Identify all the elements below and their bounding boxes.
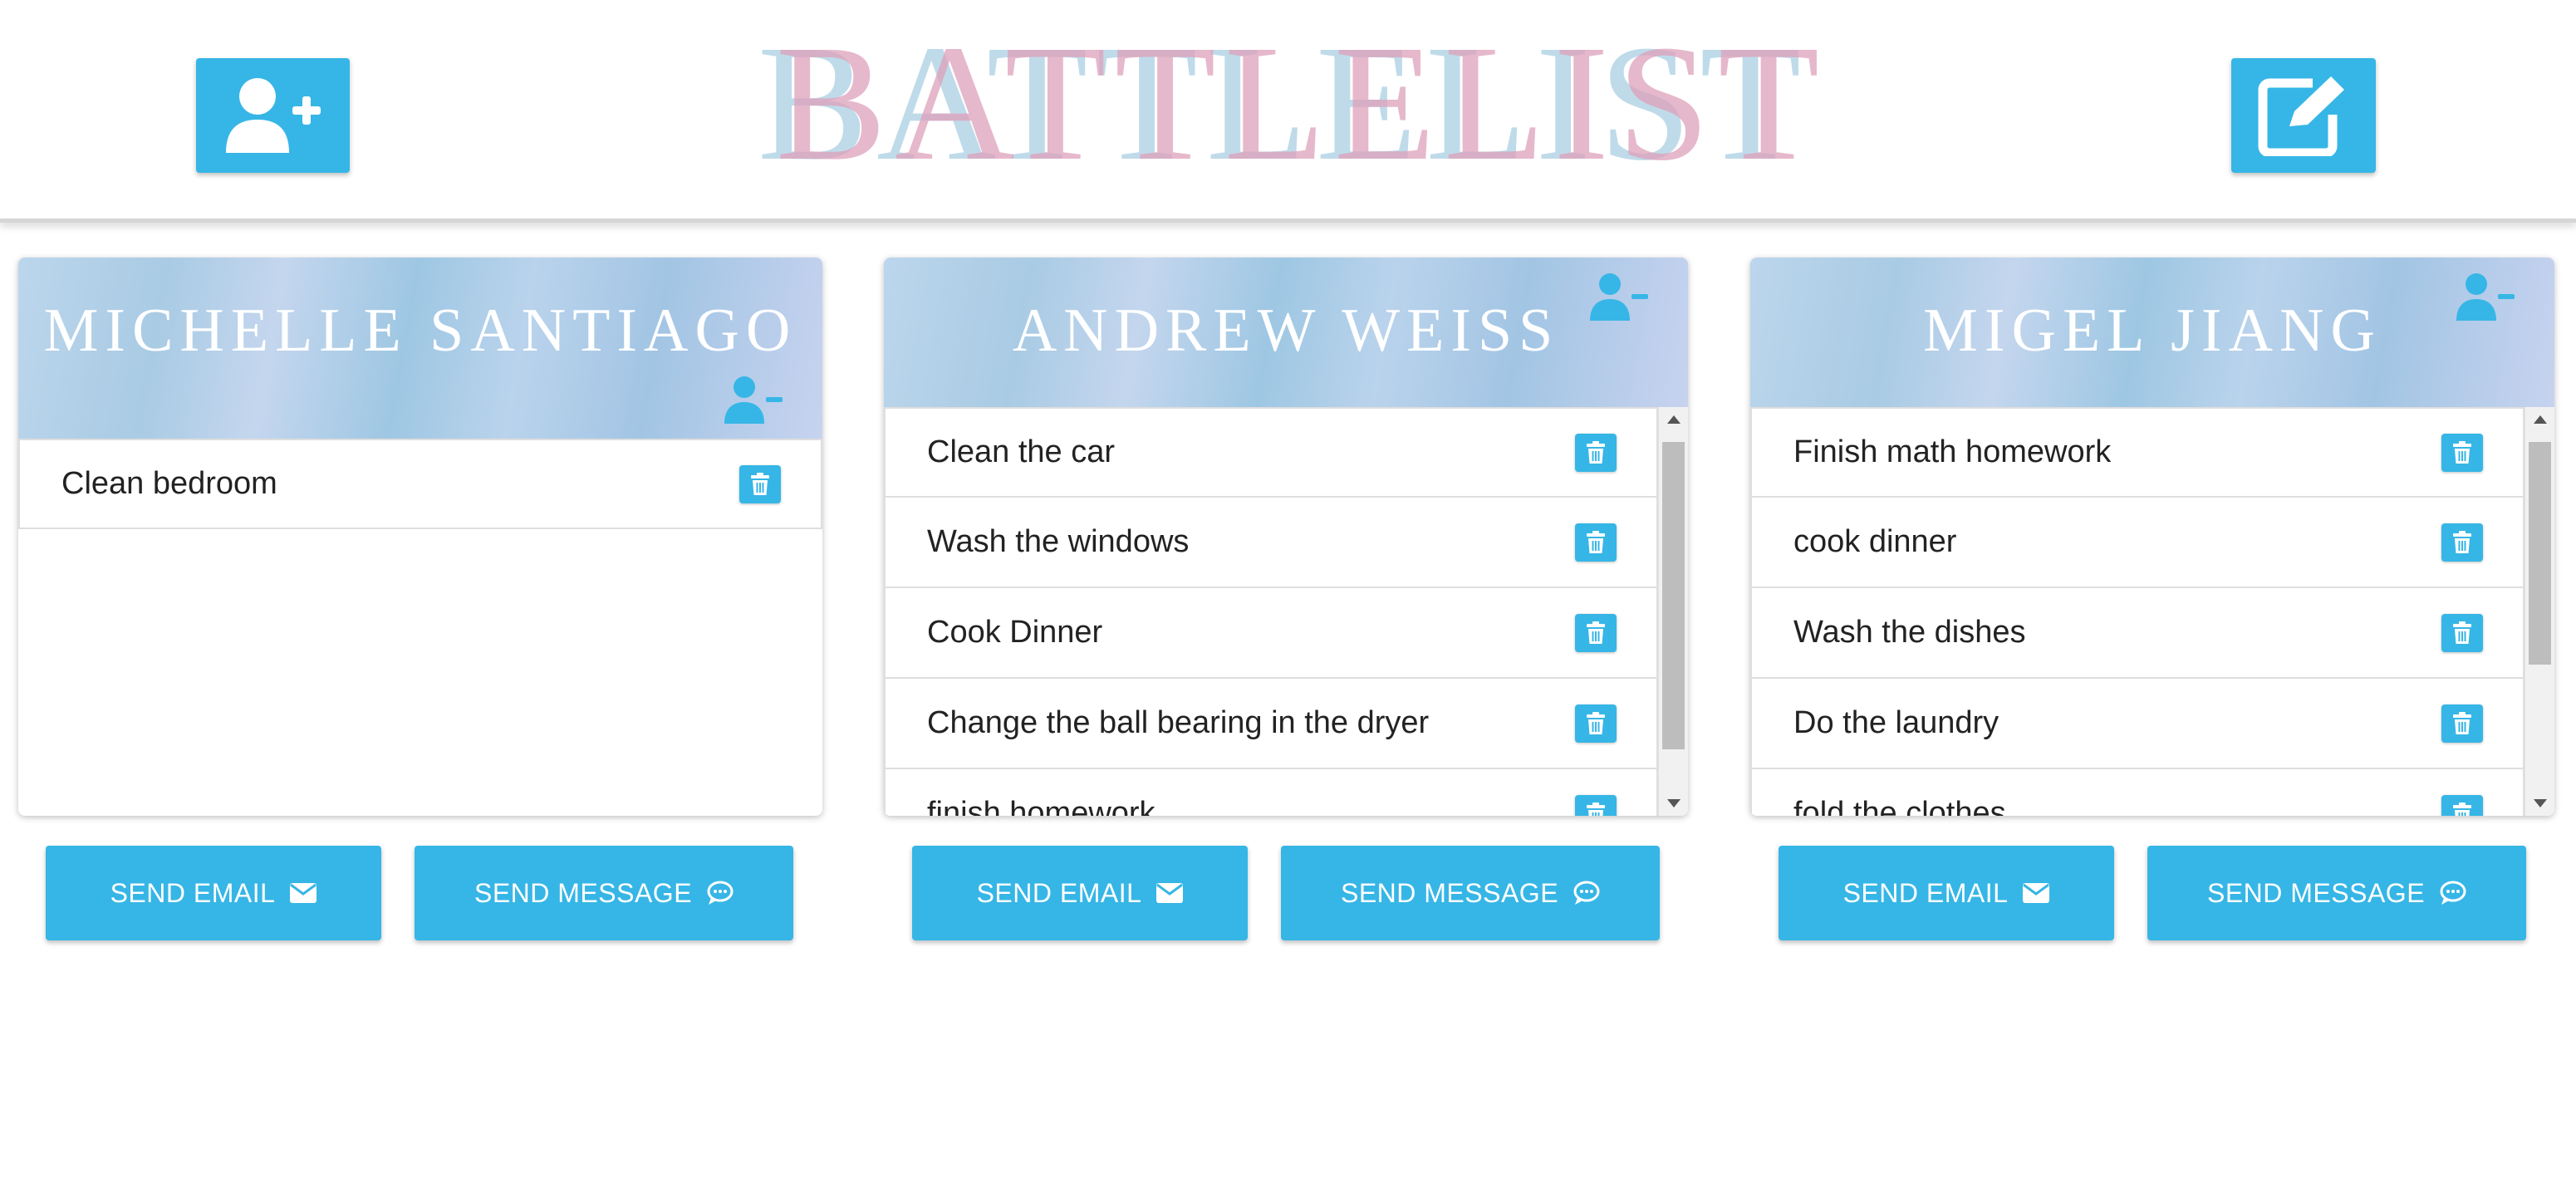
scroll-up-arrow-icon[interactable] — [1659, 407, 1688, 432]
task-list-scrollbar[interactable] — [2524, 407, 2554, 816]
scroll-down-arrow-icon[interactable] — [2525, 791, 2554, 816]
delete-task-button[interactable] — [2441, 704, 2483, 743]
send-email-button[interactable]: SEND EMAIL — [1779, 846, 2114, 940]
task-item: Cook Dinner — [884, 588, 1658, 679]
send-message-button[interactable]: SEND MESSAGE — [1281, 846, 1660, 940]
user-plus-icon — [225, 78, 321, 153]
send-message-button[interactable]: SEND MESSAGE — [415, 846, 793, 940]
member-name: ANDREW WEISS — [1012, 297, 1560, 365]
task-text: Clean bedroom — [61, 466, 277, 501]
send-email-button[interactable]: SEND EMAIL — [46, 846, 381, 940]
envelope-icon — [2023, 883, 2050, 903]
card-header: MIGEL JIANG — [1750, 258, 2554, 407]
scroll-down-arrow-icon[interactable] — [1659, 791, 1688, 816]
task-text: Change the ball bearing in the dryer — [927, 705, 1430, 740]
task-text: fold the clothes — [1793, 796, 2006, 816]
delete-task-button[interactable] — [2441, 433, 2483, 472]
trash-icon — [1587, 530, 1605, 553]
delete-task-button[interactable] — [1575, 704, 1617, 743]
user-minus-icon[interactable] — [1590, 272, 1648, 322]
delete-task-button[interactable] — [1575, 613, 1617, 652]
user-minus-icon[interactable] — [2456, 272, 2515, 322]
member-name: MICHELLE SANTIAGO — [43, 297, 797, 365]
trash-icon — [1587, 621, 1605, 644]
member-card: ANDREW WEISS Clean the car Wash the wind… — [884, 258, 1688, 816]
send-email-label: SEND EMAIL — [1842, 877, 2009, 908]
task-item: cook dinner — [1750, 498, 2524, 588]
member-name: MIGEL JIANG — [1923, 297, 2382, 365]
delete-task-button[interactable] — [739, 464, 781, 503]
task-text: Finish math homework — [1793, 434, 2112, 469]
send-email-button[interactable]: SEND EMAIL — [912, 846, 1248, 940]
trash-icon — [2453, 440, 2471, 464]
task-text: Wash the dishes — [1793, 615, 2026, 650]
task-text: Do the laundry — [1793, 705, 1999, 740]
trash-icon — [1587, 440, 1605, 464]
delete-task-button[interactable] — [1575, 523, 1617, 562]
task-text: finish homework — [927, 796, 1156, 816]
send-message-label: SEND MESSAGE — [2206, 877, 2426, 908]
task-item: Do the laundry — [1750, 679, 2524, 769]
trash-icon — [2453, 530, 2471, 553]
task-item: Change the ball bearing in the dryer — [884, 679, 1658, 769]
envelope-icon — [290, 883, 317, 903]
task-item: finish homework — [884, 769, 1658, 816]
trash-icon — [751, 472, 769, 495]
task-item: Wash the windows — [884, 498, 1658, 588]
member-card: MICHELLE SANTIAGO Clean bedroom — [18, 258, 822, 816]
chat-bubble-icon — [1573, 881, 1600, 905]
trash-icon — [1587, 802, 1605, 816]
task-list: Clean bedroom — [18, 439, 822, 816]
delete-task-button[interactable] — [1575, 433, 1617, 472]
chat-bubble-icon — [2440, 881, 2466, 905]
task-item: Finish math homework — [1750, 407, 2524, 498]
scroll-up-arrow-icon[interactable] — [2525, 407, 2554, 432]
trash-icon — [2453, 802, 2471, 816]
send-message-button[interactable]: SEND MESSAGE — [2147, 846, 2526, 940]
task-list: Finish math homework cook dinner Wash th… — [1750, 407, 2524, 816]
task-list: Clean the car Wash the windows Cook Dinn… — [884, 407, 1658, 816]
card-header: MICHELLE SANTIAGO — [18, 258, 822, 439]
user-minus-icon[interactable] — [724, 375, 783, 425]
envelope-icon — [1156, 883, 1184, 903]
trash-icon — [1587, 711, 1605, 734]
send-email-label: SEND EMAIL — [976, 877, 1142, 908]
send-email-label: SEND EMAIL — [110, 877, 276, 908]
delete-task-button[interactable] — [1575, 794, 1617, 816]
task-text: cook dinner — [1793, 524, 1957, 559]
scrollbar-thumb[interactable] — [1662, 442, 1685, 749]
app-logo: BATTLELIST BATTLELIST — [698, 21, 1886, 187]
trash-icon — [2453, 711, 2471, 734]
add-member-button[interactable] — [196, 58, 350, 173]
task-text: Cook Dinner — [927, 615, 1103, 650]
chat-bubble-icon — [707, 881, 734, 905]
logo-title: BATTLELIST — [775, 12, 1828, 195]
task-item: Wash the dishes — [1750, 588, 2524, 679]
send-message-label: SEND MESSAGE — [473, 877, 693, 908]
task-item: Clean bedroom — [18, 439, 822, 529]
delete-task-button[interactable] — [2441, 523, 2483, 562]
member-card: MIGEL JIANG Finish math homework cook di… — [1750, 258, 2554, 816]
delete-task-button[interactable] — [2441, 613, 2483, 652]
task-item: fold the clothes — [1750, 769, 2524, 816]
edit-button[interactable] — [2231, 58, 2376, 173]
card-header: ANDREW WEISS — [884, 258, 1688, 407]
task-list-scrollbar[interactable] — [1658, 407, 1688, 816]
task-text: Wash the windows — [927, 524, 1190, 559]
send-message-label: SEND MESSAGE — [1340, 877, 1559, 908]
delete-task-button[interactable] — [2441, 794, 2483, 816]
edit-icon — [2258, 76, 2344, 156]
trash-icon — [2453, 621, 2471, 644]
scrollbar-thumb[interactable] — [2529, 442, 2551, 665]
app-header: BATTLELIST BATTLELIST — [0, 0, 2576, 223]
task-text: Clean the car — [927, 434, 1116, 469]
task-item: Clean the car — [884, 407, 1658, 498]
